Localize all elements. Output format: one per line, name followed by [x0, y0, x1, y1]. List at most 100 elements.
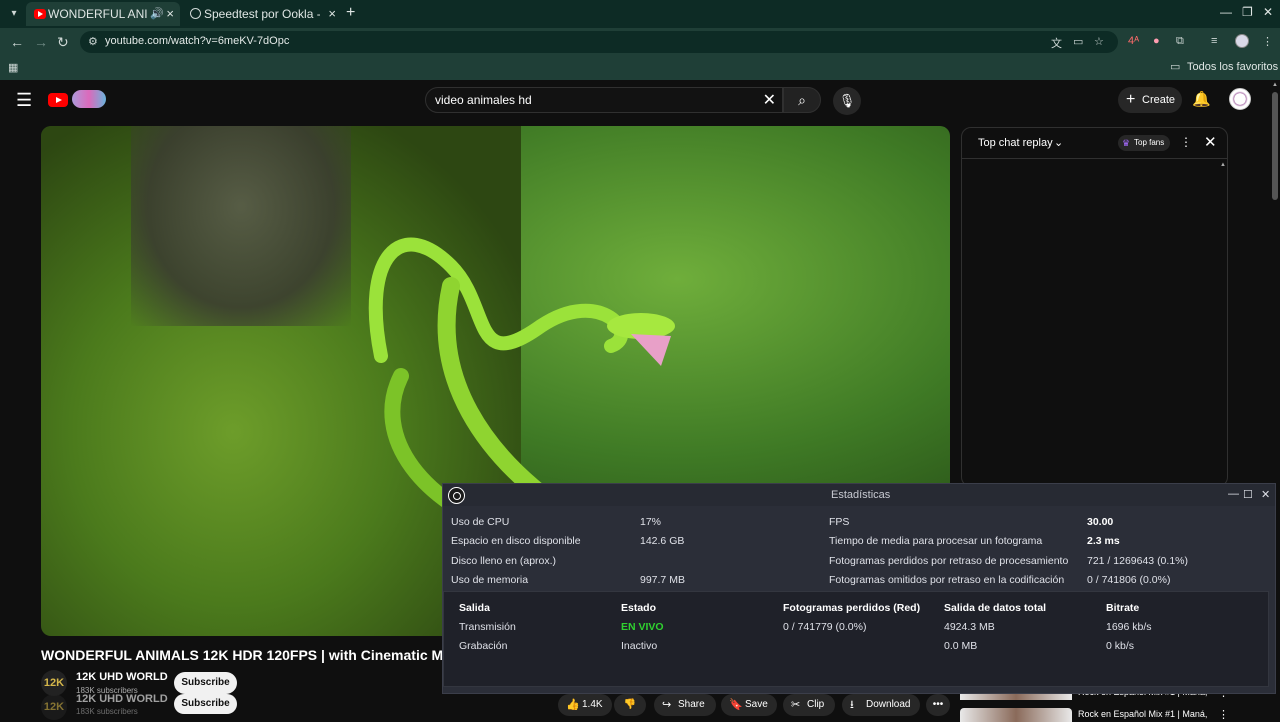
- youtube-doodle[interactable]: [72, 90, 106, 108]
- like-button[interactable]: 👍 1.4K: [558, 694, 612, 716]
- clear-search-icon[interactable]: ✕: [763, 90, 776, 110]
- reload-icon[interactable]: ↻: [57, 34, 69, 51]
- extension-icon[interactable]: ●: [1153, 35, 1160, 47]
- hamburger-menu-icon[interactable]: ☰: [16, 90, 32, 111]
- download-button[interactable]: ⭳ Download: [842, 694, 920, 716]
- extension-icon[interactable]: 4ᴬ: [1128, 35, 1139, 47]
- dislike-button[interactable]: 👎: [614, 694, 646, 716]
- share-label: Share: [678, 699, 705, 710]
- stat-label: Disco lleno en (aprox.): [451, 555, 557, 567]
- scissors-icon: ✂: [791, 699, 801, 711]
- mic-icon: 🎙: [838, 93, 856, 108]
- stat-value: 142.6 GB: [640, 535, 685, 547]
- notifications-bell-icon[interactable]: 🔔: [1192, 90, 1211, 108]
- search-icon: ⌕: [798, 92, 806, 108]
- save-button[interactable]: 🔖 Save: [721, 694, 777, 716]
- more-options-icon[interactable]: ⋮: [1218, 708, 1229, 721]
- tab-youtube[interactable]: WONDERFUL ANIMALS 🔊 ×: [26, 2, 180, 26]
- minimize-icon[interactable]: —: [1228, 488, 1239, 500]
- search-input[interactable]: video animales hd ✕: [425, 87, 783, 113]
- maximize-icon[interactable]: ☐: [1243, 488, 1253, 501]
- chat-header: Top chat replay ⌄ ♛ Top fans ⋮ ✕: [962, 128, 1227, 159]
- youtube-header: ☰ video animales hd ✕ ⌕ 🎙 + Create 🔔: [0, 80, 1280, 120]
- stat-label: Fotogramas perdidos por retraso de proce…: [829, 555, 1069, 567]
- subscribe-button[interactable]: Subscribe: [174, 694, 237, 714]
- tab-title: WONDERFUL ANIMALS: [48, 7, 148, 21]
- forward-icon[interactable]: →: [34, 34, 48, 50]
- close-icon[interactable]: ✕: [1261, 488, 1270, 501]
- cast-icon[interactable]: ▭: [1073, 35, 1083, 48]
- page-scroll-up-icon[interactable]: ▲: [1272, 82, 1278, 88]
- channel-name[interactable]: 12K UHD WORLD: [76, 671, 168, 683]
- url-text: youtube.com/watch?v=6meKV-7dOpc: [105, 35, 290, 47]
- extensions-puzzle-icon[interactable]: ⧉: [1176, 35, 1184, 48]
- search-button[interactable]: ⌕: [783, 87, 821, 113]
- page-scrollbar[interactable]: [1272, 92, 1278, 200]
- video-title: WONDERFUL ANIMALS 12K HDR 120FPS | with …: [41, 647, 443, 663]
- site-info-icon[interactable]: ⚙: [88, 35, 98, 48]
- search-query: video animales hd: [435, 93, 532, 107]
- menu-kebab-icon[interactable]: ⋮: [1262, 35, 1273, 48]
- stat-value: 0 / 741806 (0.0%): [1087, 574, 1171, 586]
- voice-search-button[interactable]: 🎙: [833, 87, 861, 115]
- tab-title: Speedtest por Ookla - La: [204, 7, 320, 21]
- plus-icon: +: [1126, 91, 1136, 108]
- chat-more-icon[interactable]: ⋮: [1180, 135, 1192, 149]
- profile-avatar[interactable]: [1235, 34, 1249, 48]
- restore-icon[interactable]: ❐: [1242, 5, 1253, 19]
- clip-label: Clip: [807, 699, 825, 710]
- top-fans-button[interactable]: ♛ Top fans: [1118, 135, 1171, 151]
- subscribe-button[interactable]: Subscribe: [174, 672, 237, 694]
- thumbs-down-icon: 👎: [623, 699, 637, 710]
- stat-value: 2.3 ms: [1087, 535, 1120, 547]
- create-button[interactable]: + Create: [1118, 87, 1182, 113]
- youtube-logo[interactable]: [48, 93, 68, 107]
- clip-button[interactable]: ✂ Clip: [783, 694, 835, 716]
- stat-value: 17%: [640, 516, 662, 528]
- save-label: Save: [745, 699, 768, 710]
- all-bookmarks-link[interactable]: Todos los favoritos: [1187, 61, 1278, 73]
- stat-value: 721 / 1269643 (0.1%): [1087, 555, 1188, 567]
- stat-label: Fotogramas omitidos por retraso en la co…: [829, 574, 1065, 586]
- share-icon: ↪: [662, 699, 672, 711]
- apps-grid-icon[interactable]: ▦: [8, 61, 18, 74]
- url-field[interactable]: ⚙ youtube.com/watch?v=6meKV-7dOpc 文 ▭ ☆: [80, 31, 1118, 53]
- minimize-icon[interactable]: —: [1220, 5, 1232, 19]
- video-frame-trunk: [131, 126, 351, 326]
- channel-avatar[interactable]: 12K: [41, 670, 67, 696]
- chat-close-icon[interactable]: ✕: [1204, 133, 1217, 151]
- new-tab-icon[interactable]: +: [346, 4, 355, 22]
- chevron-down-icon[interactable]: ⌄: [1054, 136, 1063, 149]
- account-avatar[interactable]: [1229, 88, 1251, 110]
- download-label: Download: [866, 699, 911, 710]
- outputs-table: Salida Estado Fotogramas perdidos (Red) …: [443, 591, 1269, 687]
- tab-search-icon[interactable]: ▾: [6, 6, 22, 22]
- speaker-icon[interactable]: 🔊: [150, 2, 164, 26]
- channel-avatar[interactable]: 12K: [41, 694, 67, 720]
- channel-name[interactable]: 12K UHD WORLD: [76, 693, 168, 705]
- tab-speedtest[interactable]: Speedtest por Ookla - La ×: [182, 2, 342, 26]
- output-status: Inactivo: [621, 640, 658, 652]
- output-name: Grabación: [459, 640, 508, 652]
- share-button[interactable]: ↪ Share: [654, 694, 716, 716]
- crown-icon: ♛: [1122, 138, 1131, 148]
- translate-icon[interactable]: 文: [1051, 35, 1062, 51]
- bookmark-star-icon[interactable]: ☆: [1094, 35, 1104, 48]
- back-icon[interactable]: ←: [10, 34, 24, 50]
- recommendation-title[interactable]: Rock en Español Mix #1 | Maná,: [1078, 709, 1207, 719]
- obs-title-bar[interactable]: Estadísticas — ☐ ✕: [443, 484, 1275, 506]
- column-header: Estado: [621, 602, 657, 614]
- window-close-icon[interactable]: ✕: [1263, 5, 1273, 19]
- bookmark-icon: 🔖: [729, 699, 743, 711]
- more-actions-button[interactable]: •••: [926, 694, 950, 716]
- chat-mode-selector[interactable]: Top chat replay: [978, 137, 1053, 149]
- close-tab-icon[interactable]: ×: [328, 2, 336, 26]
- output-bitrate: 1696 kb/s: [1106, 621, 1152, 633]
- close-tab-icon[interactable]: ×: [166, 2, 174, 26]
- live-chat-panel: Top chat replay ⌄ ♛ Top fans ⋮ ✕ ▲: [961, 127, 1228, 487]
- browser-tab-bar: ▾ WONDERFUL ANIMALS 🔊 × Speedtest por Oo…: [0, 0, 1280, 28]
- chat-scroll-up-icon[interactable]: ▲: [1220, 162, 1226, 168]
- stat-label: Uso de CPU: [451, 516, 510, 528]
- media-control-icon[interactable]: ≡: [1211, 35, 1217, 47]
- output-dropped-frames: 0 / 741779 (0.0%): [783, 621, 867, 633]
